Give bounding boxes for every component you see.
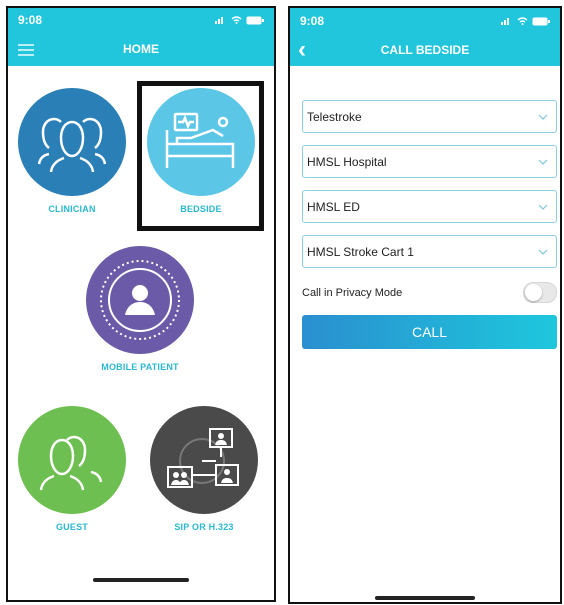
guest-label: GUEST — [55, 522, 88, 532]
privacy-mode-toggle[interactable] — [523, 282, 557, 303]
dropdown-value: HMSL Stroke Cart 1 — [307, 244, 414, 259]
users-icon — [37, 117, 107, 173]
signal-icon — [215, 17, 223, 24]
sip-circle[interactable] — [150, 406, 258, 514]
chevron-down-icon — [538, 114, 548, 120]
status-bar: 9:08 — [290, 8, 560, 34]
dropdown-cart[interactable]: HMSL Stroke Cart 1 — [302, 235, 557, 268]
status-bar: 9:08 — [8, 8, 274, 32]
dropdown-program[interactable]: Telestroke — [302, 100, 557, 133]
chevron-down-icon — [538, 204, 548, 210]
nav-bar: HOME — [8, 32, 274, 66]
clinician-tile[interactable]: CLINICIAN — [16, 88, 128, 214]
toggle-knob — [525, 284, 542, 301]
home-indicator[interactable] — [375, 596, 475, 600]
mobile-patient-tile[interactable]: MOBILE PATIENT — [82, 246, 198, 372]
page-title: CALL BEDSIDE — [380, 43, 470, 57]
chevron-down-icon — [538, 159, 548, 165]
privacy-mode-row: Call in Privacy Mode — [302, 282, 557, 303]
call-form: Telestroke HMSL Hospital HMSL ED HMSL St… — [302, 100, 557, 349]
status-time: 9:08 — [18, 13, 43, 27]
battery-icon — [532, 17, 550, 25]
guest-tile[interactable]: GUEST — [16, 406, 128, 532]
bedside-highlight-frame — [137, 81, 264, 231]
call-button[interactable]: CALL — [302, 315, 557, 349]
wifi-icon — [517, 17, 528, 25]
call-bedside-screen: 9:08 ‹ CALL BEDSIDE Telestroke HMSL Hosp… — [288, 6, 562, 604]
mobile-patient-label: MOBILE PATIENT — [101, 362, 179, 372]
signal-icon — [501, 18, 509, 25]
home-indicator[interactable] — [93, 578, 189, 582]
clinician-label: CLINICIAN — [48, 204, 96, 214]
wifi-icon — [231, 16, 242, 24]
dropdown-hospital[interactable]: HMSL Hospital — [302, 145, 557, 178]
back-chevron-icon[interactable]: ‹ — [298, 38, 306, 62]
chevron-down-icon — [538, 249, 548, 255]
battery-icon — [246, 16, 264, 24]
home-screen: 9:08 HOME CLINICIAN BEDSIDE MOBILE PATIE… — [6, 6, 276, 602]
guest-circle[interactable] — [18, 406, 126, 514]
mobile-patient-circle[interactable] — [86, 246, 194, 354]
status-icons — [215, 16, 264, 25]
dropdown-value: HMSL Hospital — [307, 154, 387, 169]
nav-bar: ‹ CALL BEDSIDE — [290, 34, 560, 66]
clinician-circle[interactable] — [18, 88, 126, 196]
patient-icon — [100, 260, 180, 340]
sip-label: SIP OR H.323 — [174, 522, 234, 532]
hamburger-icon[interactable] — [18, 44, 34, 59]
privacy-mode-label: Call in Privacy Mode — [302, 286, 403, 299]
status-icons — [501, 17, 550, 26]
page-title: HOME — [123, 42, 159, 56]
status-time: 9:08 — [300, 14, 325, 28]
dropdown-value: HMSL ED — [307, 199, 360, 214]
dropdown-value: Telestroke — [307, 109, 362, 124]
network-icon — [167, 428, 239, 488]
users-icon — [39, 435, 103, 491]
dropdown-department[interactable]: HMSL ED — [302, 190, 557, 223]
sip-tile[interactable]: SIP OR H.323 — [145, 406, 263, 532]
